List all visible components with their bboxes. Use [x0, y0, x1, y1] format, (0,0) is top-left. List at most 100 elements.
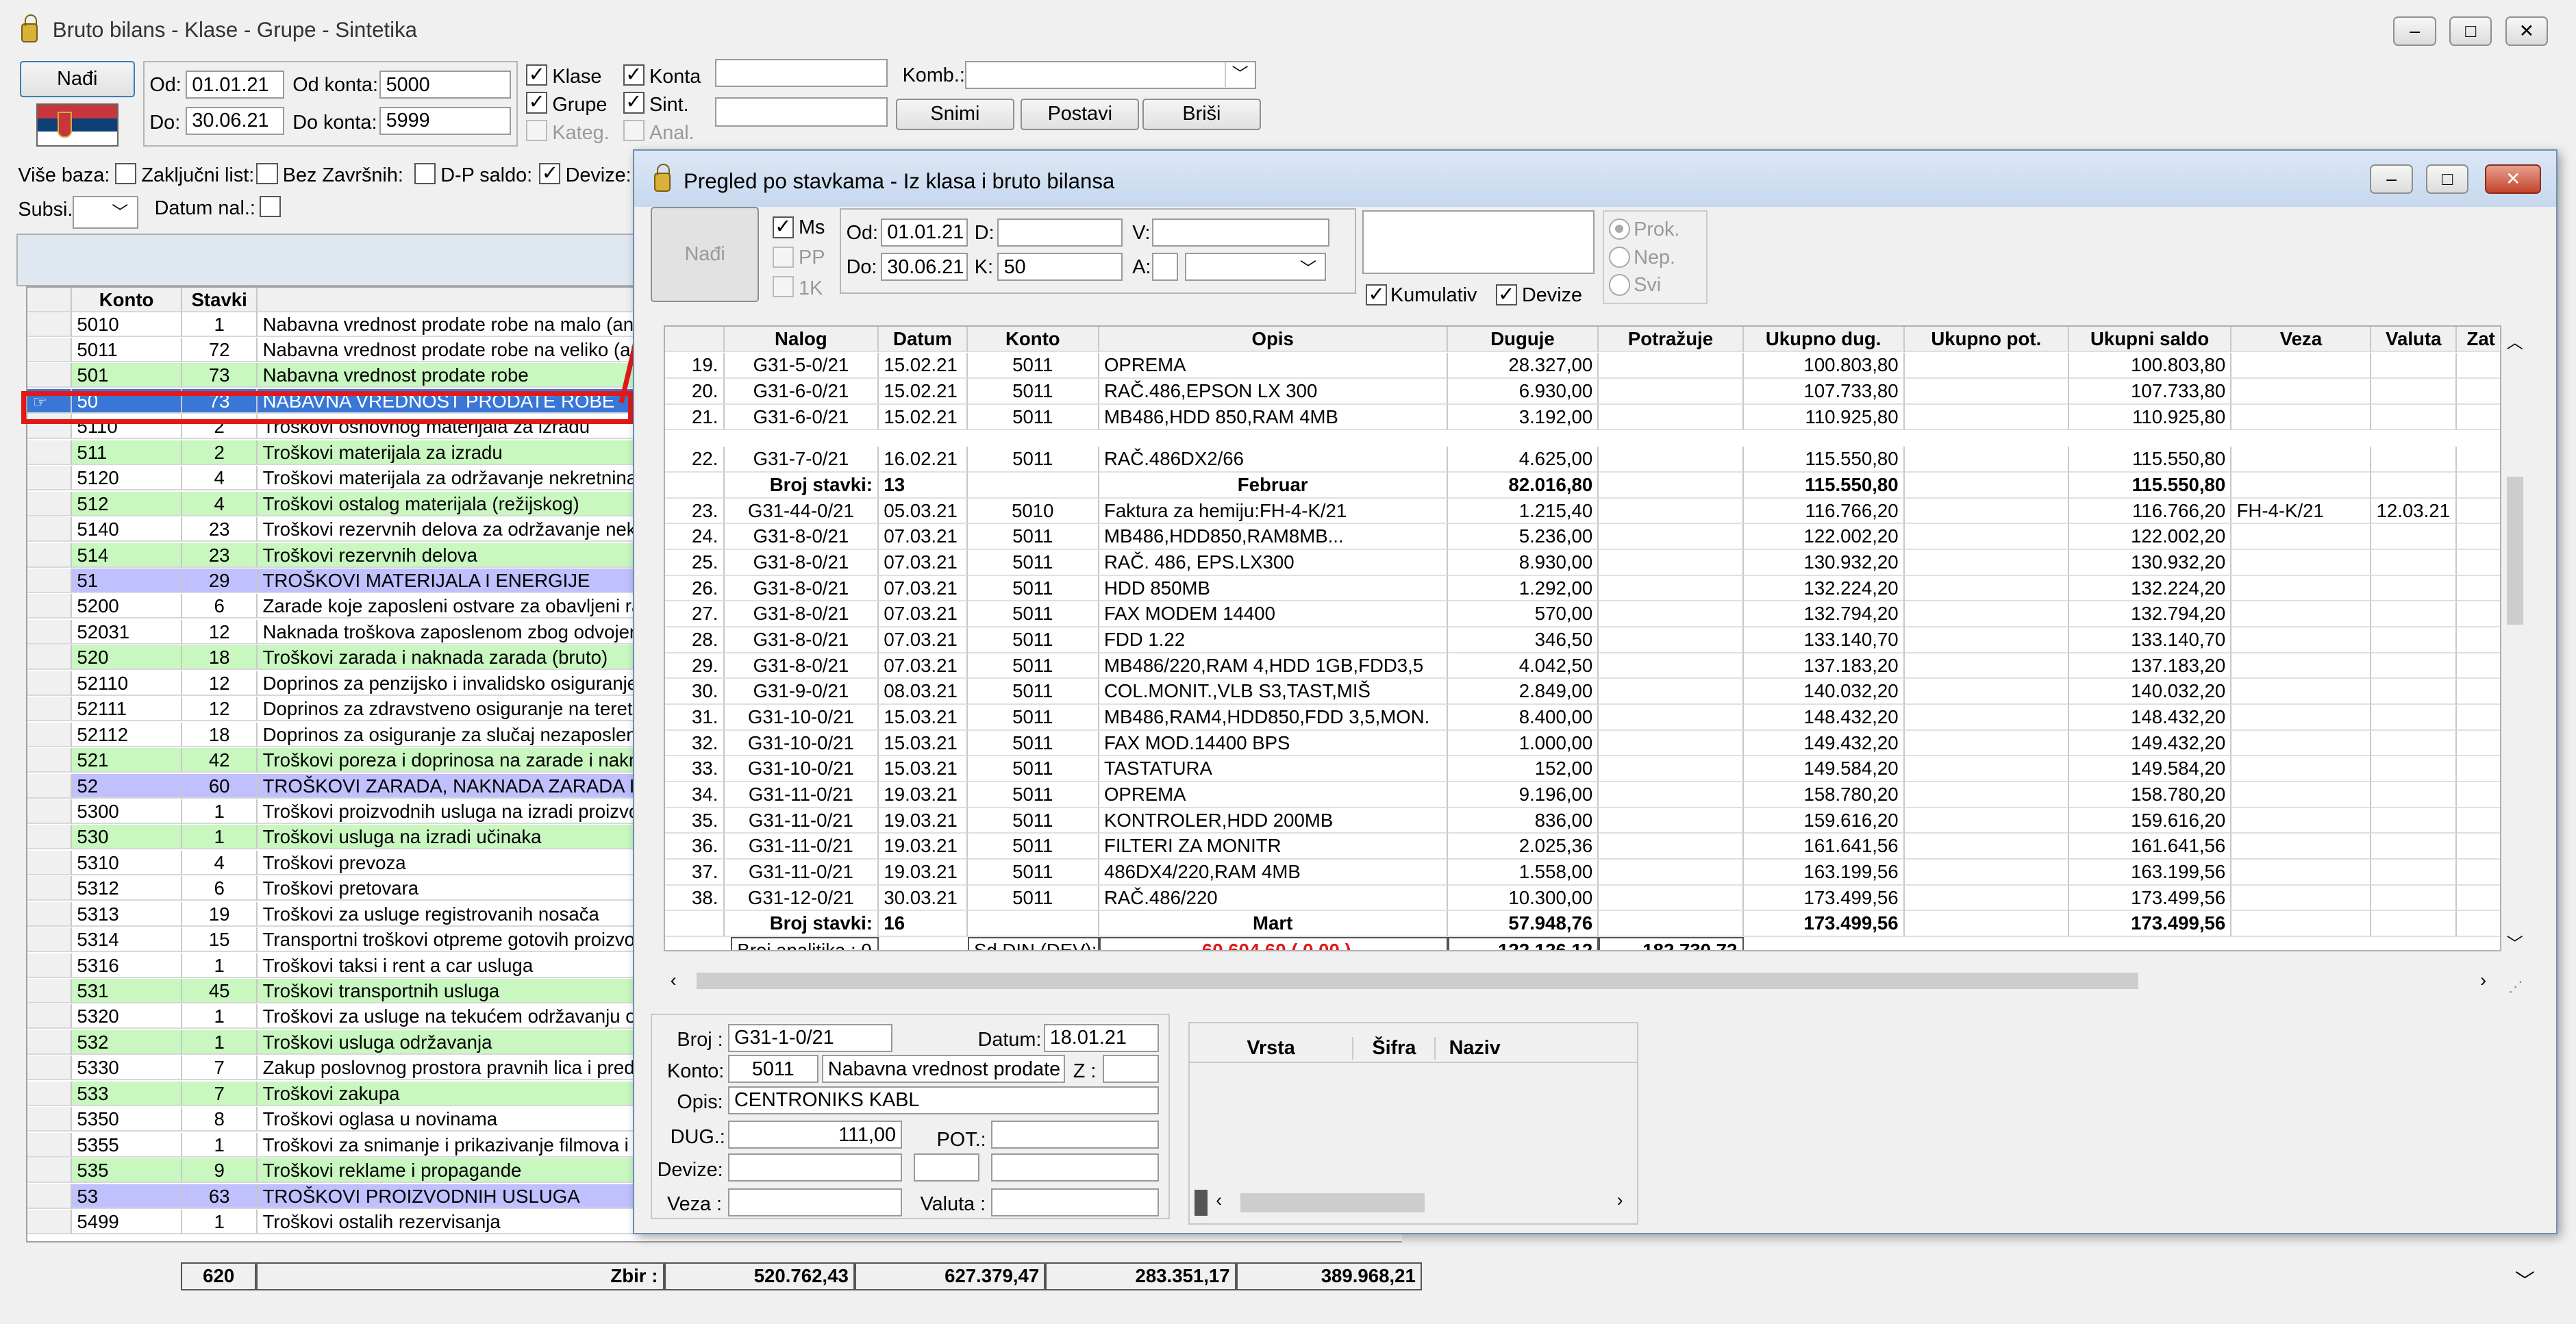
- resize-grip-icon[interactable]: ⋰: [2508, 978, 2523, 996]
- stavke-row[interactable]: 34. G31-11-0/21 19.03.21 5011 OPREMA 9.196,00…: [665, 782, 2501, 808]
- row-indicator[interactable]: [27, 466, 73, 491]
- anal-checkbox[interactable]: [623, 120, 645, 142]
- detail-broj-input[interactable]: G31-1-0/21: [727, 1023, 892, 1052]
- klase-checkbox[interactable]: ✓: [526, 64, 548, 86]
- close-icon[interactable]: ✕: [2505, 16, 2548, 47]
- row-indicator[interactable]: [27, 568, 73, 593]
- detail-datum-input[interactable]: 18.01.21: [1043, 1023, 1159, 1052]
- detail-konto-input[interactable]: 5011: [727, 1055, 818, 1084]
- zakljucni-list-checkbox[interactable]: [115, 162, 137, 184]
- stavke-row[interactable]: 28. G31-8-0/21 07.03.21 5011 FDD 1.22 346,50 1…: [665, 627, 2501, 653]
- kateg-checkbox[interactable]: [526, 120, 548, 142]
- devize-checkbox[interactable]: ✓: [539, 162, 561, 184]
- detail-konto-naziv[interactable]: Nabavna vrednost prodate r: [821, 1055, 1065, 1084]
- top-note-input[interactable]: [715, 97, 888, 127]
- komb-select[interactable]: [964, 60, 1256, 89]
- child-d-input[interactable]: [997, 218, 1123, 247]
- stavke-hscroll[interactable]: ‹ ›: [664, 969, 2505, 993]
- ms-checkbox[interactable]: ✓: [772, 216, 794, 238]
- row-indicator[interactable]: [27, 927, 73, 953]
- maximize-icon[interactable]: □: [2449, 16, 2492, 47]
- row-indicator[interactable]: [27, 440, 73, 465]
- nadji-button[interactable]: Nađi: [19, 60, 135, 97]
- do-konta-input[interactable]: 5999: [379, 107, 512, 135]
- serbia-flag-icon[interactable]: [36, 103, 118, 147]
- stavke-row[interactable]: 36. G31-11-0/21 19.03.21 5011 FILTERI ZA MON…: [665, 834, 2501, 860]
- child-a-chevron-icon[interactable]: ﹀: [1300, 255, 1316, 279]
- row-indicator[interactable]: [27, 619, 73, 645]
- child-a-select[interactable]: [1152, 253, 1179, 281]
- stavke-row[interactable]: 19. G31-5-0/21 15.02.21 5011 OPREMA 28.327,00…: [665, 353, 2501, 379]
- row-indicator[interactable]: [27, 1107, 73, 1132]
- detail-pot-input[interactable]: [990, 1121, 1159, 1149]
- row-indicator[interactable]: [27, 363, 73, 388]
- scroll-up-chevron-icon[interactable]: ︿: [2507, 329, 2523, 353]
- snimi-button[interactable]: Snimi: [896, 99, 1014, 130]
- subsi-select[interactable]: [72, 195, 138, 229]
- stavke-row[interactable]: 38. G31-12-0/21 30.03.21 5011 RAČ.486/220 10.…: [665, 885, 2501, 912]
- child-do-input[interactable]: 30.06.21: [881, 253, 968, 281]
- child-minimize-icon[interactable]: –: [2370, 164, 2413, 194]
- stavke-vscroll-thumb[interactable]: [2506, 476, 2523, 625]
- grupe-checkbox[interactable]: ✓: [526, 92, 548, 114]
- row-indicator[interactable]: [27, 1029, 73, 1055]
- detail-dug-input[interactable]: 111,00: [727, 1121, 903, 1149]
- child-k-input[interactable]: 50: [997, 253, 1123, 281]
- row-indicator[interactable]: [27, 671, 73, 696]
- row-indicator[interactable]: [27, 748, 73, 773]
- row-indicator[interactable]: [27, 594, 73, 619]
- chevron-down-icon[interactable]: ﹀: [1225, 62, 1254, 88]
- svi-radio[interactable]: [1609, 274, 1631, 296]
- stavke-summary-row[interactable]: Broj stavki: 16 Mart 57.948,76 173.499,56 173…: [665, 911, 2501, 938]
- child-nadji-button[interactable]: Nađi: [651, 206, 760, 303]
- row-indicator[interactable]: [27, 901, 73, 927]
- child-v-input[interactable]: [1152, 218, 1330, 247]
- stavke-vscroll[interactable]: ︿ ﹀: [2503, 325, 2527, 954]
- kumulativ-checkbox[interactable]: ✓: [1366, 284, 1388, 305]
- do-date-input[interactable]: 30.06.21: [186, 107, 285, 135]
- od-date-input[interactable]: 01.01.21: [186, 71, 285, 99]
- datum-nal-checkbox[interactable]: [260, 195, 282, 217]
- stavke-row[interactable]: 25. G31-8-0/21 07.03.21 5011 RAČ. 486, EPS.L…: [665, 549, 2501, 576]
- row-indicator[interactable]: [27, 312, 73, 337]
- row-indicator[interactable]: [27, 338, 73, 363]
- konta-checkbox[interactable]: ✓: [623, 64, 645, 86]
- row-indicator[interactable]: [27, 1081, 73, 1106]
- detail-veza-input[interactable]: [727, 1188, 903, 1216]
- stavke-row[interactable]: 20. G31-6-0/21 15.02.21 5011 RAČ.486,EPSON L…: [665, 378, 2501, 405]
- side-scroll-right-icon[interactable]: ›: [1617, 1190, 1623, 1211]
- row-indicator[interactable]: [27, 876, 73, 901]
- row-indicator[interactable]: [27, 1184, 73, 1209]
- scroll-right-icon[interactable]: ›: [2480, 970, 2486, 991]
- postavi-button[interactable]: Postavi: [1021, 99, 1140, 130]
- child-od-input[interactable]: 01.01.21: [881, 218, 968, 247]
- row-indicator[interactable]: [27, 773, 73, 799]
- minimize-icon[interactable]: –: [2393, 16, 2436, 47]
- stavke-row[interactable]: 22. G31-7-0/21 16.02.21 5011 RAČ.486DX2/66 4.…: [665, 447, 2501, 473]
- stavke-row[interactable]: 31. G31-10-0/21 15.03.21 5011 MB486,RAM4,HDD…: [665, 705, 2501, 731]
- detail-valuta-input[interactable]: [990, 1188, 1159, 1216]
- side-scroll-left-icon[interactable]: ‹: [1216, 1190, 1222, 1211]
- row-indicator[interactable]: [27, 645, 73, 671]
- row-indicator[interactable]: [27, 1056, 73, 1081]
- stavke-scroll-down-icon[interactable]: ﹀: [2507, 930, 2523, 954]
- nep-radio[interactable]: [1609, 246, 1631, 268]
- row-indicator[interactable]: [27, 517, 73, 542]
- stavke-row[interactable]: 27. G31-8-0/21 07.03.21 5011 FAX MODEM 14400…: [665, 601, 2501, 627]
- row-indicator[interactable]: [27, 979, 73, 1004]
- stavke-row[interactable]: 26. G31-8-0/21 07.03.21 5011 HDD 850MB 1.292,…: [665, 575, 2501, 602]
- detail-devize-currency[interactable]: [914, 1153, 979, 1182]
- pp-checkbox[interactable]: [772, 246, 794, 268]
- row-indicator[interactable]: [27, 491, 73, 516]
- row-indicator[interactable]: [27, 722, 73, 747]
- subsi-chevron-icon[interactable]: ﹀: [112, 199, 128, 223]
- bez-zavrsnih-checkbox[interactable]: [256, 162, 278, 184]
- row-indicator[interactable]: [27, 697, 73, 722]
- stavke-row[interactable]: 24. G31-8-0/21 07.03.21 5011 MB486,HDD850,RA…: [665, 524, 2501, 550]
- stavke-row[interactable]: 23. G31-44-0/21 05.03.21 5010 Faktura za hem…: [665, 498, 2501, 525]
- child-devize-checkbox[interactable]: ✓: [1495, 284, 1517, 305]
- row-indicator[interactable]: [27, 1004, 73, 1029]
- row-indicator[interactable]: [27, 953, 73, 978]
- od-konta-input[interactable]: 5000: [379, 71, 512, 99]
- child-maximize-icon[interactable]: □: [2426, 164, 2469, 194]
